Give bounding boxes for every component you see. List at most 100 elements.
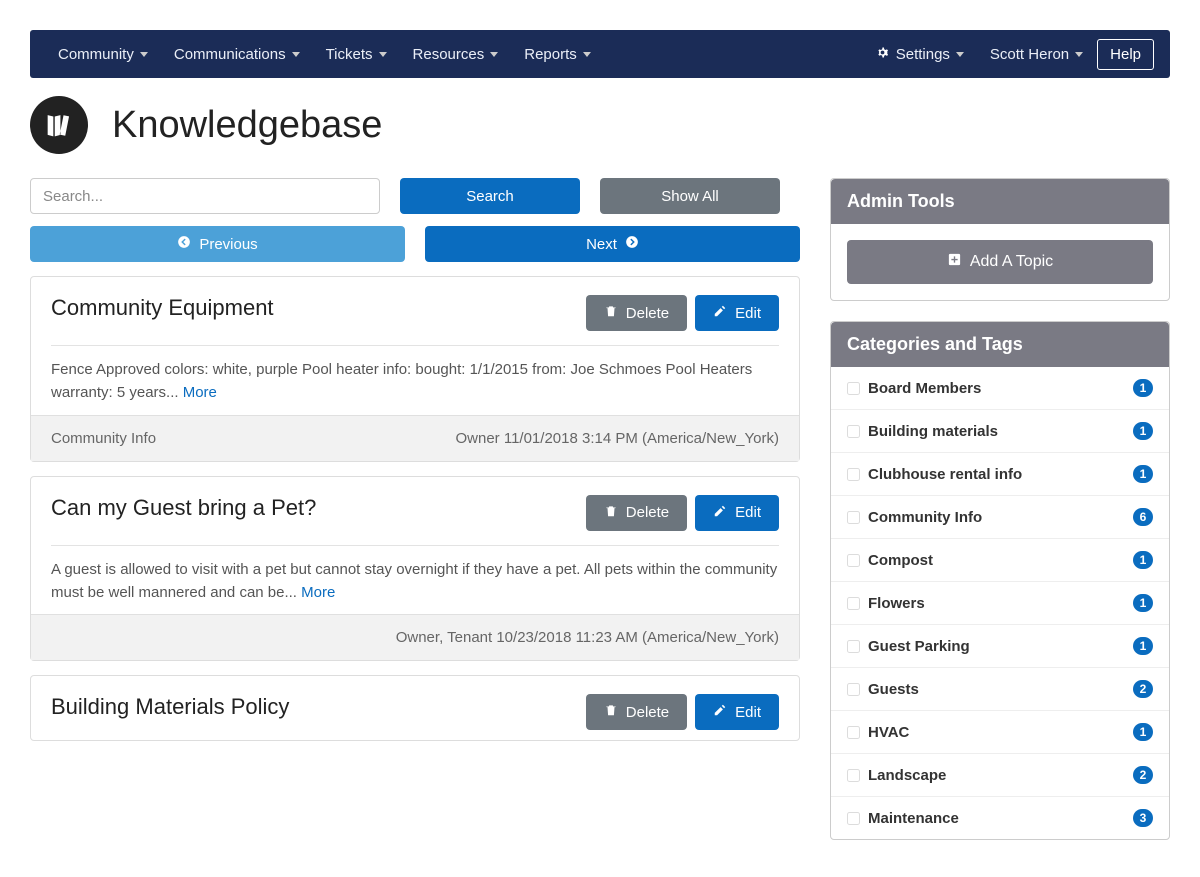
topic-footer: Owner, Tenant 10/23/2018 11:23 AM (Ameri… [31, 614, 799, 660]
knowledgebase-icon [30, 96, 88, 154]
chevron-down-icon [379, 52, 387, 57]
category-checkbox[interactable] [847, 468, 860, 481]
category-name: Guest Parking [868, 638, 1133, 655]
edit-button[interactable]: Edit [695, 295, 779, 331]
trash-icon [604, 703, 618, 721]
help-button[interactable]: Help [1097, 39, 1154, 70]
admin-tools-title: Admin Tools [831, 179, 1169, 224]
category-checkbox[interactable] [847, 382, 860, 395]
topic-card: Can my Guest bring a Pet? Delete Edit A … [30, 476, 800, 662]
category-checkbox[interactable] [847, 511, 860, 524]
category-item[interactable]: HVAC 1 [831, 710, 1169, 753]
edit-button[interactable]: Edit [695, 495, 779, 531]
nav-label: Community [58, 46, 134, 63]
topic-category: Community Info [51, 430, 156, 447]
category-item[interactable]: Guest Parking 1 [831, 624, 1169, 667]
chevron-down-icon [956, 52, 964, 57]
delete-button[interactable]: Delete [586, 295, 687, 331]
category-count-badge: 1 [1133, 465, 1153, 483]
edit-icon [713, 504, 727, 522]
admin-tools-panel: Admin Tools Add A Topic [830, 178, 1170, 301]
category-count-badge: 1 [1133, 551, 1153, 569]
search-button[interactable]: Search [400, 178, 580, 214]
nav-right: Settings Scott Heron Help [863, 37, 1154, 72]
category-count-badge: 2 [1133, 680, 1153, 698]
category-count-badge: 1 [1133, 723, 1153, 741]
nav-item-community[interactable]: Community [46, 38, 160, 71]
nav-item-settings[interactable]: Settings [863, 37, 976, 72]
category-count-badge: 1 [1133, 379, 1153, 397]
category-item[interactable]: Compost 1 [831, 538, 1169, 581]
nav-item-tickets[interactable]: Tickets [314, 38, 399, 71]
category-count-badge: 1 [1133, 422, 1153, 440]
category-name: Landscape [868, 767, 1133, 784]
category-item[interactable]: Landscape 2 [831, 753, 1169, 796]
search-input[interactable] [30, 178, 380, 214]
category-name: Compost [868, 552, 1133, 569]
topic-title[interactable]: Community Equipment [51, 295, 274, 321]
chevron-right-icon [625, 235, 639, 253]
category-checkbox[interactable] [847, 726, 860, 739]
delete-button[interactable]: Delete [586, 495, 687, 531]
category-item[interactable]: Maintenance 3 [831, 796, 1169, 839]
main-column: Search Show All Previous Next Community … [30, 178, 800, 860]
category-checkbox[interactable] [847, 769, 860, 782]
category-name: Maintenance [868, 810, 1133, 827]
topic-timestamp: Owner, Tenant 10/23/2018 11:23 AM (Ameri… [396, 629, 779, 646]
settings-label: Settings [896, 46, 950, 63]
nav-label: Reports [524, 46, 577, 63]
topic-footer: Community Info Owner 11/01/2018 3:14 PM … [31, 415, 799, 461]
category-checkbox[interactable] [847, 683, 860, 696]
topic-card: Building Materials Policy Delete Edit [30, 675, 800, 741]
nav-item-resources[interactable]: Resources [401, 38, 511, 71]
previous-button[interactable]: Previous [30, 226, 405, 262]
categories-title: Categories and Tags [831, 322, 1169, 367]
topic-title[interactable]: Building Materials Policy [51, 694, 289, 720]
nav-label: Communications [174, 46, 286, 63]
trash-icon [604, 304, 618, 322]
category-count-badge: 1 [1133, 594, 1153, 612]
category-name: Building materials [868, 423, 1133, 440]
delete-button[interactable]: Delete [586, 694, 687, 730]
category-checkbox[interactable] [847, 425, 860, 438]
page-header: Knowledgebase [30, 96, 1170, 154]
show-all-button[interactable]: Show All [600, 178, 780, 214]
nav-item-user[interactable]: Scott Heron [978, 38, 1095, 71]
category-item[interactable]: Clubhouse rental info 1 [831, 452, 1169, 495]
edit-button[interactable]: Edit [695, 694, 779, 730]
category-item[interactable]: Flowers 1 [831, 581, 1169, 624]
add-topic-button[interactable]: Add A Topic [847, 240, 1153, 284]
chevron-down-icon [140, 52, 148, 57]
category-name: HVAC [868, 724, 1133, 741]
nav-label: Resources [413, 46, 485, 63]
category-item[interactable]: Community Info 6 [831, 495, 1169, 538]
category-checkbox[interactable] [847, 554, 860, 567]
category-count-badge: 6 [1133, 508, 1153, 526]
category-item[interactable]: Board Members 1 [831, 367, 1169, 409]
topic-excerpt: A guest is allowed to visit with a pet b… [51, 558, 779, 605]
topic-title[interactable]: Can my Guest bring a Pet? [51, 495, 316, 521]
category-item[interactable]: Building materials 1 [831, 409, 1169, 452]
more-link[interactable]: More [183, 384, 217, 401]
category-item[interactable]: Guests 2 [831, 667, 1169, 710]
category-checkbox[interactable] [847, 812, 860, 825]
nav-item-reports[interactable]: Reports [512, 38, 603, 71]
category-count-badge: 2 [1133, 766, 1153, 784]
trash-icon [604, 504, 618, 522]
nav-item-communications[interactable]: Communications [162, 38, 312, 71]
top-navbar: Community Communications Tickets Resourc… [30, 30, 1170, 78]
category-name: Clubhouse rental info [868, 466, 1133, 483]
categories-panel: Categories and Tags Board Members 1 Buil… [830, 321, 1170, 840]
topic-excerpt: Fence Approved colors: white, purple Poo… [51, 358, 779, 405]
sidebar: Admin Tools Add A Topic Categories and T… [830, 178, 1170, 860]
chevron-down-icon [490, 52, 498, 57]
chevron-left-icon [177, 235, 191, 253]
category-checkbox[interactable] [847, 640, 860, 653]
chevron-down-icon [583, 52, 591, 57]
category-name: Community Info [868, 509, 1133, 526]
more-link[interactable]: More [301, 584, 335, 601]
topic-timestamp: Owner 11/01/2018 3:14 PM (America/New_Yo… [456, 430, 780, 447]
next-button[interactable]: Next [425, 226, 800, 262]
category-checkbox[interactable] [847, 597, 860, 610]
category-name: Guests [868, 681, 1133, 698]
